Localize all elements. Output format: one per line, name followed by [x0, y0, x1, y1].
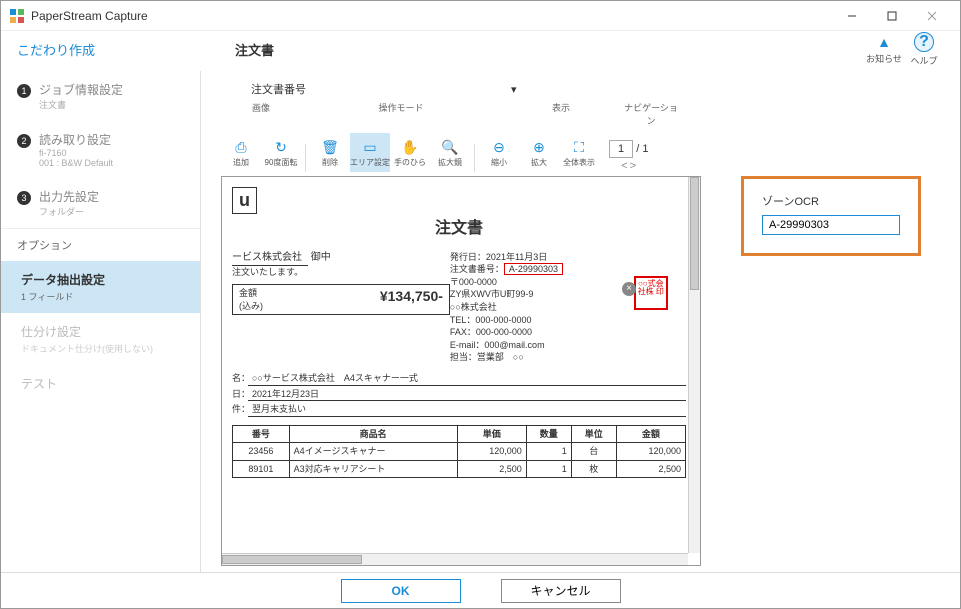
zoom-out-icon: ⊖	[479, 137, 519, 157]
doc-items-table: 番号商品名単価数量単位金額 23456A4イメージスキャナー120,0001台1…	[232, 425, 686, 479]
option-separation[interactable]: 仕分け設定 ドキュメント仕分け(使用しない)	[1, 313, 200, 365]
doc-logo: u	[232, 187, 257, 214]
notify-icon: ▲	[877, 34, 891, 50]
app-title: PaperStream Capture	[31, 9, 832, 23]
doc-title: 注文書	[232, 218, 686, 240]
step-sublabel: fi-7160 001 : B&W Default	[39, 148, 184, 168]
option-data-extract[interactable]: データ抽出設定 1 フィールド	[1, 261, 200, 313]
close-button[interactable]	[912, 1, 952, 31]
table-row: 23456A4イメージスキャナー120,0001台120,000	[233, 443, 686, 461]
titlebar: PaperStream Capture	[1, 1, 960, 31]
step-number-icon: 2	[17, 134, 31, 148]
tool-hand-button[interactable]: ✋手のひら	[390, 133, 430, 172]
toolbar-group-image: 画像	[221, 101, 301, 127]
magnifier-icon: 🔍	[430, 137, 470, 157]
area-select-icon: ▭	[350, 137, 390, 157]
stamp-icon: ○○式会社株 印	[634, 276, 668, 310]
doc-order-number-zone[interactable]: A-29990303	[504, 263, 563, 275]
step-number-icon: 3	[17, 191, 31, 205]
step-sublabel: 注文書	[39, 98, 184, 111]
fit-icon: ⛶	[559, 137, 599, 157]
step-number-icon: 1	[17, 84, 31, 98]
doc-issue-date: 2021年11月3日	[486, 252, 547, 262]
page-navigator: 1 / 1 <>	[609, 140, 648, 172]
field-selector-row: 注文書番号 ▾	[221, 77, 940, 101]
option-label: 仕分け設定	[21, 325, 81, 339]
minimize-button[interactable]	[832, 1, 872, 31]
notify-label: お知らせ	[864, 52, 904, 65]
option-test[interactable]: テスト	[1, 365, 200, 402]
scanned-document: u 注文書 ービス株式会社 御中 注文いたします。 金額(込み) ¥134,75…	[222, 177, 700, 488]
zone-ocr-label: ゾーンOCR	[762, 193, 900, 209]
zone-ocr-panel: ゾーンOCR	[741, 176, 921, 256]
app-logo-icon	[9, 8, 25, 24]
tool-rotate-button[interactable]: ↻90度面転	[261, 133, 301, 172]
nav-current-page[interactable]: 1	[609, 140, 633, 158]
tool-fit-button[interactable]: ⛶全体表示	[559, 133, 599, 172]
toolbar: 画像 操作モード 表示 ナビゲーション ⎙追加 ↻90度面転 🗑削除 ▭エリア設…	[221, 101, 940, 172]
maximize-button[interactable]	[872, 1, 912, 31]
nav-total-pages: 1	[642, 143, 648, 155]
table-row: 89101A3対応キャリアシート2,5001枚2,500	[233, 460, 686, 478]
toolbar-group-view: 表示	[501, 101, 621, 127]
option-sublabel: 1 フィールド	[21, 290, 180, 303]
step-sublabel: フォルダー	[39, 205, 184, 218]
doc-total: 金額(込み) ¥134,750-	[232, 284, 450, 315]
close-icon	[927, 11, 937, 21]
field-name-label[interactable]: 注文書番号	[251, 81, 371, 97]
rotate-icon: ↻	[261, 137, 301, 157]
help-button[interactable]: ? ヘルプ	[904, 32, 944, 67]
zone-ocr-input[interactable]	[762, 215, 900, 235]
step-label: ジョブ情報設定	[39, 83, 123, 97]
help-label: ヘルプ	[904, 54, 944, 67]
step-scan-settings[interactable]: 2 読み取り設定 fi-7160 001 : B&W Default	[1, 121, 200, 178]
sidebar: 1 ジョブ情報設定 注文書 2 読み取り設定 fi-7160 001 : B&W D…	[1, 71, 201, 572]
option-label: テスト	[21, 377, 57, 391]
footer: OK キャンセル	[1, 572, 960, 608]
tool-area-button[interactable]: ▭エリア設定	[350, 133, 390, 172]
zone-close-icon[interactable]: ×	[622, 282, 636, 296]
step-label: 読み取り設定	[39, 133, 111, 147]
hand-icon: ✋	[390, 137, 430, 157]
doc-vendor: ービス株式会社	[232, 251, 308, 266]
dropdown-caret-icon[interactable]: ▾	[511, 83, 517, 96]
tool-zoom-button[interactable]: 🔍拡大鏡	[430, 133, 470, 172]
header: こだわり作成 注文書 ▲ お知らせ ? ヘルプ	[1, 31, 960, 67]
notify-button[interactable]: ▲ お知らせ	[864, 34, 904, 65]
toolbar-group-nav: ナビゲーション	[621, 101, 681, 127]
nav-next-icon[interactable]: >	[630, 160, 636, 172]
ok-button[interactable]: OK	[341, 579, 461, 603]
zoom-in-icon: ⊕	[519, 137, 559, 157]
minimize-icon	[847, 11, 857, 21]
maximize-icon	[887, 11, 897, 21]
tool-delete-button[interactable]: 🗑削除	[310, 133, 350, 172]
job-title: 注文書	[235, 40, 274, 59]
option-sublabel: ドキュメント仕分け(使用しない)	[21, 342, 180, 355]
toolbar-group-mode: 操作モード	[341, 101, 461, 127]
tool-zoomout-button[interactable]: ⊖縮小	[479, 133, 519, 172]
tool-add-button[interactable]: ⎙追加	[221, 133, 261, 172]
option-label: データ抽出設定	[21, 273, 105, 287]
tool-zoomin-button[interactable]: ⊕拡大	[519, 133, 559, 172]
mode-label[interactable]: こだわり作成	[17, 40, 95, 59]
document-preview[interactable]: u 注文書 ービス株式会社 御中 注文いたします。 金額(込み) ¥134,75…	[221, 176, 701, 566]
cancel-button[interactable]: キャンセル	[501, 579, 621, 603]
step-output-settings[interactable]: 3 出力先設定 フォルダー	[1, 178, 200, 228]
add-page-icon: ⎙	[221, 137, 261, 157]
nav-prev-icon[interactable]: <	[621, 160, 627, 172]
right-panel: ゾーンOCR	[741, 176, 921, 566]
help-icon: ?	[914, 32, 934, 52]
main: 注文書番号 ▾ 画像 操作モード 表示 ナビゲーション ⎙追加 ↻90度面転 🗑…	[201, 71, 960, 572]
step-label: 出力先設定	[39, 190, 99, 204]
doc-order-note: 注文いたします。	[232, 266, 450, 279]
step-job-info[interactable]: 1 ジョブ情報設定 注文書	[1, 71, 200, 121]
preview-scroll-v[interactable]	[688, 177, 700, 553]
doc-details: 名：○○サービス株式会社 A4スキャナー一式 日：2021年12月23日 件：翌…	[232, 372, 686, 417]
preview-scroll-h[interactable]	[222, 553, 688, 565]
option-header: オプション	[1, 228, 200, 261]
trash-icon: 🗑	[310, 137, 350, 157]
